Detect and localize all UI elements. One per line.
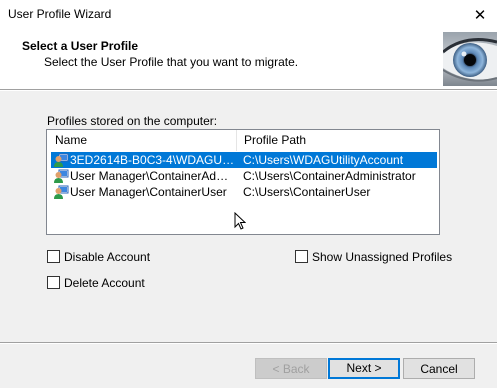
profile-path: C:\Users\ContainerAdministrator	[243, 169, 416, 183]
close-button[interactable]: ✕	[463, 0, 497, 30]
next-button[interactable]: Next >	[328, 358, 400, 379]
checkbox-box[interactable]	[295, 250, 308, 264]
window-title: User Profile Wizard	[8, 7, 112, 21]
column-header-name[interactable]: Name	[55, 130, 87, 151]
wizard-body: Profiles stored on the computer: Name Pr…	[0, 91, 497, 388]
disable-account-label: Disable Account	[64, 250, 151, 264]
user-profile-icon	[53, 168, 69, 184]
profile-path: C:\Users\ContainerUser	[243, 185, 371, 199]
profile-name: User Manager\ContainerAdminis...	[70, 169, 235, 183]
show-unassigned-checkbox[interactable]: Show Unassigned Profiles	[295, 250, 452, 266]
title-bar: User Profile Wizard ✕	[0, 0, 497, 30]
delete-account-checkbox[interactable]: Delete Account	[47, 276, 145, 292]
page-title: Select a User Profile	[22, 39, 139, 53]
profile-path: C:\Users\WDAGUtilityAccount	[243, 153, 404, 167]
profile-name: User Manager\ContainerUser	[70, 185, 227, 199]
back-button[interactable]: < Back	[255, 358, 327, 379]
list-header: Name Profile Path	[47, 130, 439, 151]
profile-name: 3ED2614B-B0C3-4\WDAGUtility...	[70, 153, 235, 167]
checkbox-box[interactable]	[47, 250, 60, 264]
close-icon: ✕	[473, 7, 487, 24]
user-profile-icon	[53, 152, 69, 168]
page-subtitle: Select the User Profile that you want to…	[44, 55, 299, 69]
column-header-path[interactable]: Profile Path	[244, 130, 306, 151]
list-item[interactable]: User Manager\ContainerAdminis... C:\User…	[51, 168, 437, 184]
user-profile-icon	[53, 184, 69, 200]
cancel-button[interactable]: Cancel	[403, 358, 475, 379]
profiles-label: Profiles stored on the computer:	[47, 114, 218, 128]
list-item[interactable]: 3ED2614B-B0C3-4\WDAGUtility... C:\Users\…	[51, 152, 437, 168]
mouse-cursor-icon	[234, 211, 247, 234]
checkbox-box[interactable]	[47, 276, 60, 290]
footer-separator	[0, 342, 497, 344]
wizard-header: Select a User Profile Select the User Pr…	[0, 30, 497, 88]
list-item[interactable]: User Manager\ContainerUser C:\Users\Cont…	[51, 184, 437, 200]
disable-account-checkbox[interactable]: Disable Account	[47, 250, 150, 266]
delete-account-label: Delete Account	[64, 276, 145, 290]
column-divider[interactable]	[236, 130, 237, 151]
eye-image-icon	[443, 32, 497, 86]
show-unassigned-label: Show Unassigned Profiles	[312, 250, 453, 264]
